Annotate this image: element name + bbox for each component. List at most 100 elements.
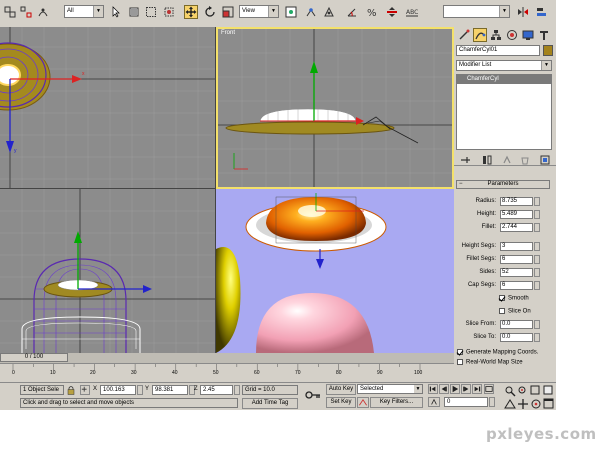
fillet-segs-input[interactable]: 6 [500, 255, 533, 264]
height-input[interactable]: 5.489 [500, 210, 533, 219]
make-unique-icon[interactable] [500, 153, 514, 167]
go-to-end-icon[interactable] [472, 384, 482, 394]
window-crossing-icon[interactable] [162, 5, 176, 19]
spinner-snap-icon[interactable] [385, 5, 399, 19]
angle-snap-icon[interactable] [345, 5, 359, 19]
hierarchy-tab-icon[interactable] [489, 28, 503, 42]
select-and-manipulate-icon[interactable] [304, 5, 318, 19]
absolute-mode-icon[interactable] [80, 385, 90, 395]
radius-input[interactable]: 8.735 [500, 197, 533, 206]
set-key-mode-icon[interactable] [357, 397, 369, 408]
key-mode-toggle-icon[interactable] [484, 384, 494, 394]
select-and-move-icon[interactable] [184, 5, 198, 19]
remove-modifier-icon[interactable] [518, 153, 532, 167]
align-icon[interactable] [535, 5, 549, 19]
current-frame-spinner[interactable] [489, 397, 495, 407]
motion-tab-icon[interactable] [505, 28, 519, 42]
smooth-checkbox[interactable] [499, 295, 505, 301]
field-of-view-icon[interactable] [503, 397, 516, 409]
selection-filter-dropdown[interactable]: All ▼ [64, 5, 104, 18]
real-world-checkbox-row[interactable]: Real-World Map Size [457, 359, 523, 368]
time-slider-track[interactable]: 0 / 100 [0, 353, 454, 364]
x-spinner[interactable] [137, 385, 143, 395]
modifier-list-dropdown[interactable]: Modifier List ▼ [456, 60, 552, 71]
play-icon[interactable] [450, 384, 460, 394]
auto-key-button[interactable]: Auto Key [326, 384, 356, 395]
set-key-button[interactable]: Set Key [326, 397, 356, 408]
parameters-rollout-header[interactable]: − Parameters [456, 180, 550, 189]
slice-from-input[interactable]: 0.0 [500, 320, 533, 329]
pan-icon[interactable] [516, 397, 528, 409]
previous-frame-icon[interactable] [439, 384, 449, 394]
z-spinner[interactable] [234, 385, 240, 395]
select-and-scale-icon[interactable] [221, 5, 235, 19]
front-viewport[interactable]: Front [216, 27, 454, 189]
reference-coord-dropdown[interactable]: View ▼ [239, 5, 279, 18]
zoom-icon[interactable] [503, 384, 516, 397]
y-coord-field[interactable]: 98.381 [152, 385, 188, 395]
next-frame-icon[interactable] [461, 384, 471, 394]
modifier-stack[interactable]: ChamferCyl [456, 74, 552, 150]
key-mode-dropdown[interactable]: Selected ▼ [357, 384, 423, 394]
unlink-icon[interactable] [19, 5, 33, 19]
slice-to-input[interactable]: 0.0 [500, 333, 533, 342]
pin-stack-icon[interactable] [458, 153, 472, 167]
trackbar[interactable]: 0 10 20 30 40 50 60 70 80 90 100 [0, 364, 454, 382]
z-coord-field[interactable]: 2.45 [200, 385, 233, 395]
perspective-viewport[interactable] [216, 189, 454, 353]
cap-segs-input[interactable]: 6 [500, 281, 533, 290]
left-viewport[interactable] [0, 189, 216, 353]
height-segs-input[interactable]: 3 [500, 242, 533, 251]
slice-from-spinner[interactable] [534, 320, 540, 329]
modify-tab-icon[interactable] [473, 28, 487, 42]
current-frame-field[interactable]: 0 [444, 397, 488, 407]
key-filters-button[interactable]: Key Filters... [370, 397, 423, 408]
object-color-swatch[interactable] [543, 45, 553, 56]
smooth-checkbox-row[interactable]: Smooth [499, 295, 529, 304]
display-tab-icon[interactable] [521, 28, 535, 42]
real-world-checkbox[interactable] [457, 359, 463, 365]
height-spinner[interactable] [534, 210, 540, 219]
arc-rotate-icon[interactable] [529, 397, 541, 409]
fillet-segs-spinner[interactable] [534, 255, 540, 264]
modifier-stack-item[interactable]: ChamferCyl [457, 75, 551, 84]
slice-on-checkbox-row[interactable]: Slice On [499, 308, 531, 317]
zoom-extents-icon[interactable] [529, 384, 541, 395]
select-object-icon[interactable] [109, 5, 123, 19]
time-slider-thumb[interactable]: 0 / 100 [0, 353, 68, 362]
go-to-start-icon[interactable] [428, 384, 438, 394]
add-time-tag-button[interactable]: Add Time Tag [242, 398, 298, 409]
use-pivot-center-icon[interactable] [284, 5, 298, 19]
radius-spinner[interactable] [534, 197, 540, 206]
select-by-name-icon[interactable] [127, 5, 141, 19]
height-segs-spinner[interactable] [534, 242, 540, 251]
lock-icon[interactable] [66, 385, 76, 395]
maximize-viewport-icon[interactable] [542, 397, 554, 409]
sides-input[interactable]: 52 [500, 268, 533, 277]
mirror-icon[interactable] [516, 5, 530, 19]
configure-modifier-sets-icon[interactable] [538, 153, 552, 167]
gen-mapping-checkbox[interactable] [457, 349, 463, 355]
utilities-tab-icon[interactable] [537, 28, 551, 42]
x-coord-field[interactable]: 100.163 [100, 385, 136, 395]
object-name-field[interactable]: ChamferCyl01 [456, 45, 540, 56]
bind-space-warp-icon[interactable] [36, 5, 50, 19]
edit-named-selection-icon[interactable]: ABC [405, 5, 419, 19]
select-link-icon[interactable] [3, 5, 17, 19]
rectangular-selection-icon[interactable] [144, 5, 158, 19]
select-and-rotate-icon[interactable] [203, 5, 217, 19]
create-tab-icon[interactable] [457, 28, 471, 42]
snaps-toggle-icon[interactable] [322, 5, 336, 19]
slice-to-spinner[interactable] [534, 333, 540, 342]
top-viewport[interactable]: x y [0, 27, 216, 189]
slice-on-checkbox[interactable] [499, 308, 505, 314]
sides-spinner[interactable] [534, 268, 540, 277]
gen-mapping-checkbox-row[interactable]: Generate Mapping Coords. [457, 349, 538, 358]
percent-snap-icon[interactable]: % [365, 5, 379, 19]
fillet-spinner[interactable] [534, 223, 540, 232]
cap-segs-spinner[interactable] [534, 281, 540, 290]
fillet-input[interactable]: 2.744 [500, 223, 533, 232]
key-icon[interactable] [305, 389, 321, 401]
zoom-all-icon[interactable] [516, 384, 528, 395]
time-configuration-icon[interactable] [428, 397, 440, 407]
